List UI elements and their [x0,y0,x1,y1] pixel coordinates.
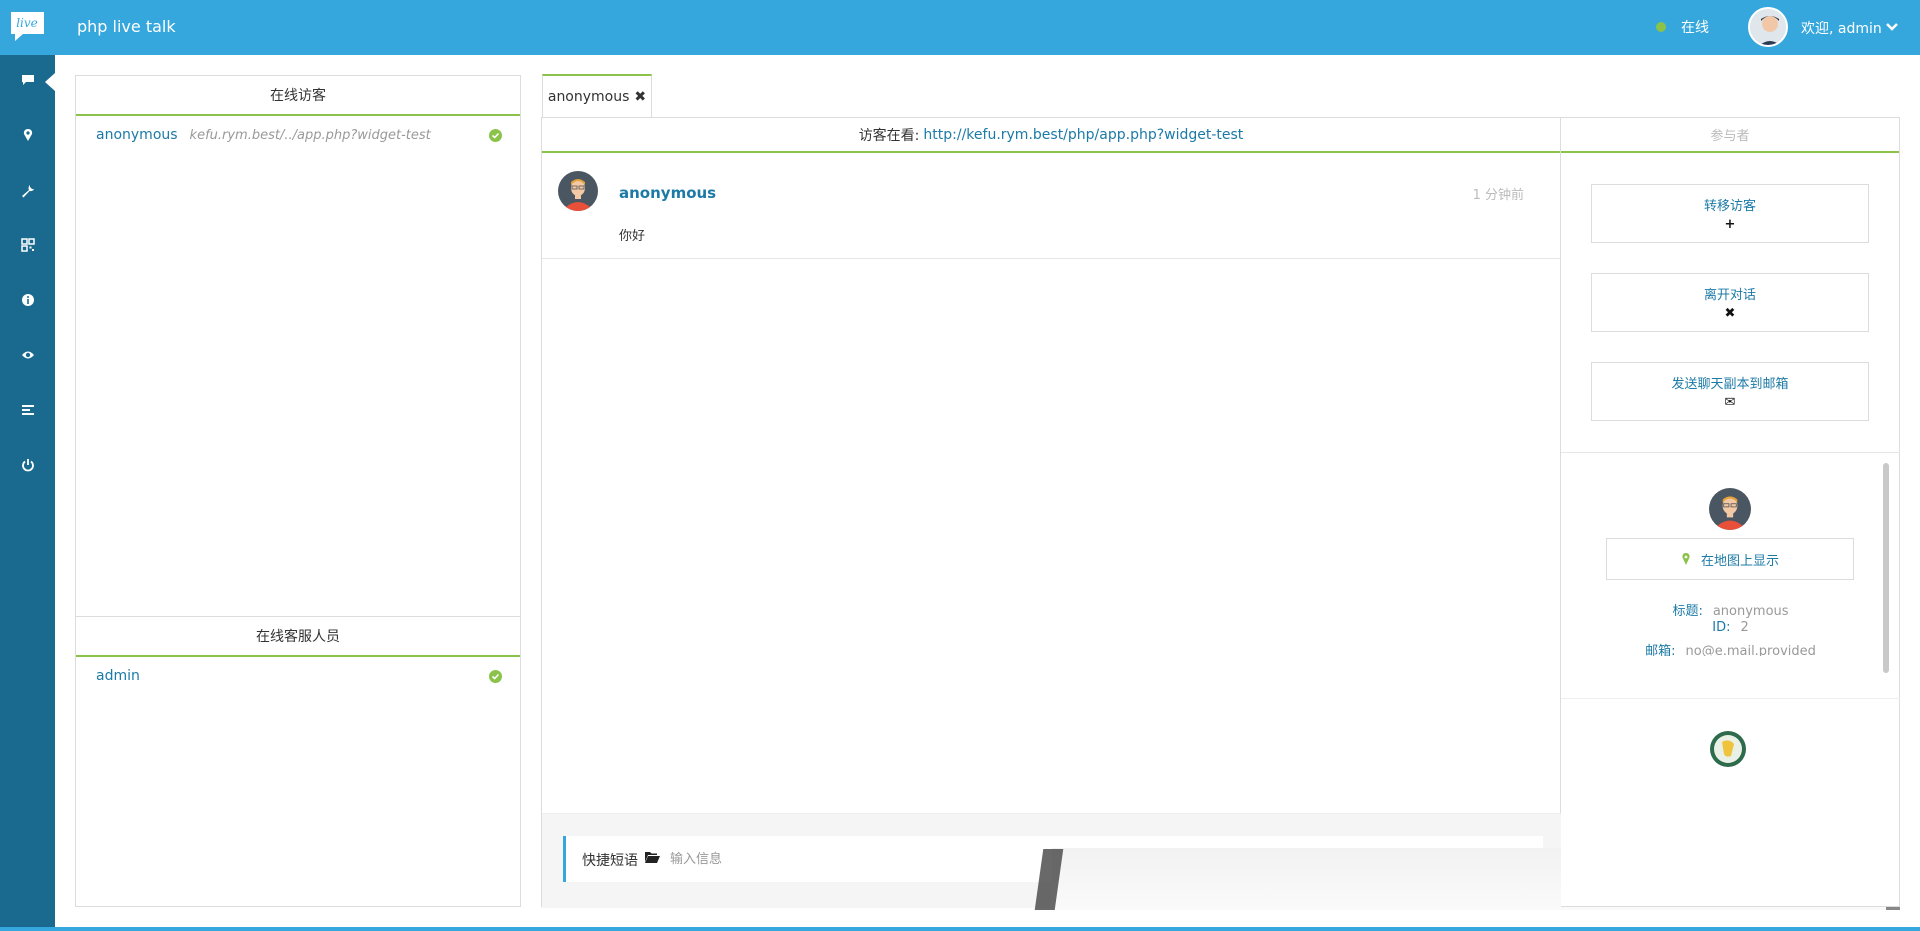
chat-icon [21,75,34,85]
show-on-map-label: 在地图上显示 [1700,553,1779,569]
active-nav-indicator [45,73,55,91]
transfer-visitor-button[interactable]: 转移访客 + [1591,184,1869,243]
staff-avatar [1710,731,1746,767]
folder-open-icon[interactable] [644,850,660,864]
staff-name[interactable]: admin [96,668,140,684]
staff-list-item[interactable]: admin [76,657,520,695]
participants-title: 参与者 [1561,118,1899,153]
online-status-label[interactable]: 在线 [1681,17,1709,37]
info-icon [21,294,34,306]
chevron-down-icon[interactable] [1885,20,1899,34]
visitor-email-row: 邮箱: no@e.mail.provided [1561,640,1900,656]
info-value: anonymous [1712,604,1789,619]
nav-info[interactable] [0,280,55,320]
visitor-url: kefu.rym.best/../app.php?widget-test [189,127,431,143]
message-text: 你好 [619,229,646,244]
user-avatar[interactable] [1748,7,1788,47]
wrench-icon [21,185,34,198]
visitor-name[interactable]: anonymous [96,127,178,143]
info-value: 2 [1740,620,1749,635]
eye-icon [21,351,34,359]
divider [1561,698,1900,699]
tab-label: anonymous [547,89,630,105]
nav-settings[interactable] [0,171,55,211]
envelope-icon: ✉ [1724,395,1736,410]
welcome-user[interactable]: 欢迎, admin [1801,18,1882,38]
visitor-avatar [1709,488,1751,530]
bottom-strip [0,927,1920,931]
info-key: ID: [1712,620,1731,635]
visitor-viewing-bar: 访客在看: http://kefu.rym.best/php/app.php?w… [542,118,1560,153]
map-marker-icon [1682,553,1690,565]
message-time: 1 分钟前 [1472,188,1524,203]
nav-visitors[interactable] [0,335,55,375]
visitor-id-row: ID: 2 [1561,620,1900,635]
check-circle-icon [489,129,502,142]
chat-message: anonymous 1 分钟前 你好 [542,153,1560,259]
email-transcript-button[interactable]: 发送聊天副本到邮箱 ✉ [1591,362,1869,421]
chat-window: 访客在看: http://kefu.rym.best/php/app.php?w… [541,117,1562,908]
info-key: 标题: [1672,604,1703,619]
close-icon: ✖ [1724,306,1736,321]
message-author: anonymous [619,184,717,202]
check-circle-icon [489,670,502,683]
live-logo[interactable]: live [9,10,46,43]
visitor-info-card: 在地图上显示 标题: anonymous ID: 2 邮箱: no@e.mail.pr… [1561,453,1900,698]
plus-icon: + [1724,217,1736,232]
leave-chat-button[interactable]: 离开对话 ✖ [1591,273,1869,332]
online-staff-panel: 在线客服人员 admin [75,616,521,907]
map-marker-icon [23,129,32,141]
info-value: no@e.mail.provided [1685,644,1816,656]
transfer-visitor-label: 转移访客 [1703,199,1756,214]
quick-phrases-button[interactable]: 快捷短语 [582,850,638,870]
visitor-title-row: 标题: anonymous [1561,600,1900,619]
nav-logout[interactable] [0,445,55,485]
power-icon [21,459,34,472]
close-icon[interactable]: ✖ [634,89,646,105]
nav-map[interactable] [0,115,55,155]
leave-chat-label: 离开对话 [1703,288,1756,303]
info-key: 邮箱: [1645,644,1676,656]
viewing-label: 访客在看: [858,127,920,144]
nav-logs[interactable] [0,390,55,430]
email-transcript-label: 发送聊天副本到邮箱 [1671,377,1789,392]
logo-text: live [16,16,38,30]
tab-chat-anonymous[interactable]: anonymous ✖ [542,74,652,118]
nav-qrcode[interactable] [0,225,55,265]
visitor-list-item[interactable]: anonymous kefu.rym.best/../app.php?widge… [76,116,520,154]
top-bar: live php live talk 在线 欢迎, admin [0,0,1920,55]
online-visitors-title: 在线访客 [76,76,520,116]
participants-sidebar: 参与者 转移访客 + 离开对话 ✖ 发送聊天副本到邮箱 ✉ 在地图上显示 标题:… [1561,117,1900,907]
side-navigation [0,55,55,927]
online-visitors-panel: 在线访客 anonymous kefu.rym.best/../app.php?… [75,75,521,617]
app-title: php live talk [77,17,176,36]
online-status-dot [1656,22,1666,32]
qrcode-icon [20,238,35,252]
online-staff-title: 在线客服人员 [76,617,520,657]
visitor-avatar [558,171,598,211]
viewing-url-link[interactable]: http://kefu.rym.best/php/app.php?widget-… [923,127,1243,143]
show-on-map-button[interactable]: 在地图上显示 [1606,538,1854,580]
scrollbar[interactable] [1883,463,1889,673]
align-left-icon [21,405,34,415]
